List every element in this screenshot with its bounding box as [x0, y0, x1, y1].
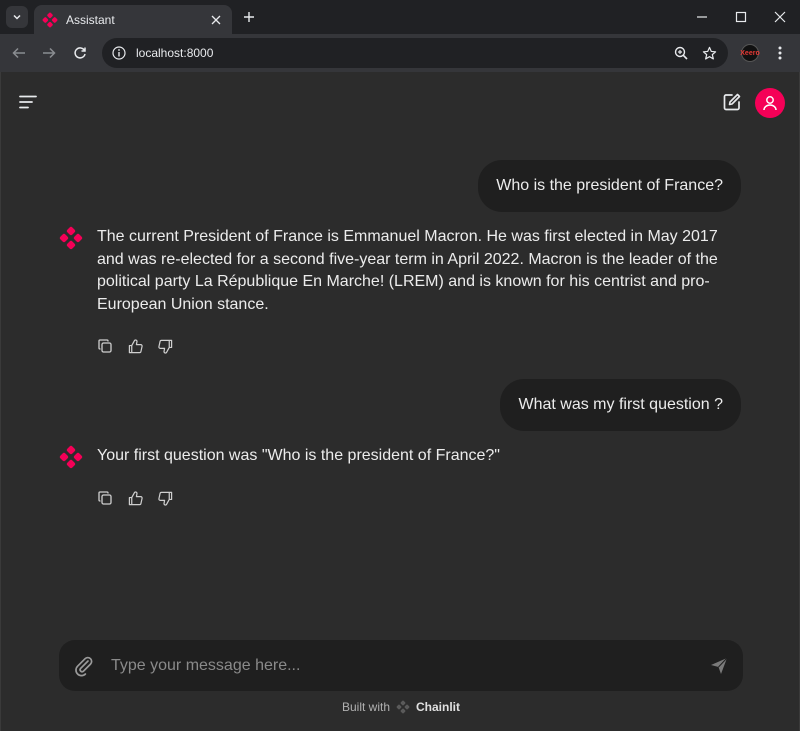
close-icon — [211, 15, 221, 24]
copy-button[interactable] — [97, 490, 113, 506]
thumbs-up-icon — [128, 490, 143, 505]
browser-toolbar: localhost:8000 Xeero — [0, 34, 800, 72]
tab-title: Assistant — [66, 12, 115, 27]
thumbs-up-button[interactable] — [127, 338, 143, 354]
footer: Built with Chainlit — [1, 698, 800, 716]
extension-button[interactable]: Xeero — [740, 44, 760, 62]
tab-strip: Assistant — [0, 0, 800, 34]
edit-icon[interactable] — [722, 92, 742, 112]
hamburger-icon[interactable] — [19, 95, 37, 109]
thumbs-down-button[interactable] — [157, 338, 173, 354]
new-tab-button[interactable] — [240, 8, 258, 26]
user-icon — [763, 96, 777, 111]
tab-search-button[interactable] — [6, 6, 28, 28]
maximize-icon — [735, 11, 747, 23]
message-text: The current President of France is Emman… — [97, 228, 718, 313]
attach-button[interactable] — [73, 655, 95, 677]
thumbs-down-icon — [157, 491, 172, 506]
star-icon — [702, 46, 716, 60]
user-message: What was my first question ? — [500, 379, 741, 431]
thumbs-down-icon — [157, 339, 172, 354]
thumbs-down-button[interactable] — [157, 490, 173, 506]
send-icon — [711, 657, 728, 674]
reload-icon — [74, 47, 86, 59]
message-actions — [97, 490, 173, 506]
extension-label: Xeero — [740, 49, 760, 57]
plus-icon — [244, 12, 254, 22]
forward-button[interactable] — [40, 44, 58, 62]
copy-button[interactable] — [97, 338, 113, 354]
user-message: Who is the president of France? — [478, 160, 741, 212]
chainlit-logo-icon — [42, 12, 58, 27]
more-vert-icon — [778, 46, 782, 60]
thumbs-up-button[interactable] — [127, 490, 143, 506]
bookmark-button[interactable] — [700, 44, 718, 62]
send-button[interactable] — [709, 656, 729, 676]
user-avatar-button[interactable] — [755, 88, 785, 118]
message-text: Who is the president of France? — [496, 177, 723, 194]
reload-button[interactable] — [71, 44, 89, 62]
message-input[interactable] — [111, 656, 709, 675]
back-button[interactable] — [10, 44, 28, 62]
thumbs-up-icon — [128, 338, 143, 353]
zoom-button[interactable] — [672, 44, 690, 62]
message-actions — [97, 338, 173, 354]
zoom-icon — [674, 46, 688, 60]
copy-icon — [98, 339, 112, 353]
chat-app: Who is the president of France? The curr… — [0, 72, 800, 731]
info-icon[interactable] — [112, 46, 126, 60]
browser-menu-button[interactable] — [771, 44, 789, 62]
browser-tab[interactable]: Assistant — [34, 5, 232, 34]
address-bar[interactable]: localhost:8000 — [102, 38, 728, 68]
paperclip-icon — [75, 656, 93, 676]
footer-text: Built with — [341, 700, 391, 714]
chainlit-brand-icon — [396, 700, 410, 714]
message-composer — [59, 640, 743, 691]
footer-brand[interactable]: Chainlit — [416, 700, 460, 714]
copy-icon — [98, 491, 112, 505]
message-text: Your first question was "Who is the pres… — [97, 447, 500, 464]
maximize-button[interactable] — [732, 8, 750, 26]
chevron-down-icon — [13, 14, 21, 20]
assistant-message: Your first question was "Who is the pres… — [59, 445, 749, 515]
url-text[interactable]: localhost:8000 — [136, 46, 662, 60]
forward-icon — [43, 47, 56, 59]
minimize-button[interactable] — [693, 8, 711, 26]
window-close-button[interactable] — [771, 8, 789, 26]
minimize-icon — [697, 16, 707, 18]
assistant-message: The current President of France is Emman… — [59, 226, 749, 356]
message-text: What was my first question ? — [518, 396, 723, 413]
chainlit-logo-icon — [59, 226, 83, 250]
tab-close-button[interactable] — [208, 12, 224, 28]
chainlit-logo-icon — [59, 445, 83, 469]
close-icon — [774, 11, 786, 23]
back-icon — [12, 47, 25, 59]
